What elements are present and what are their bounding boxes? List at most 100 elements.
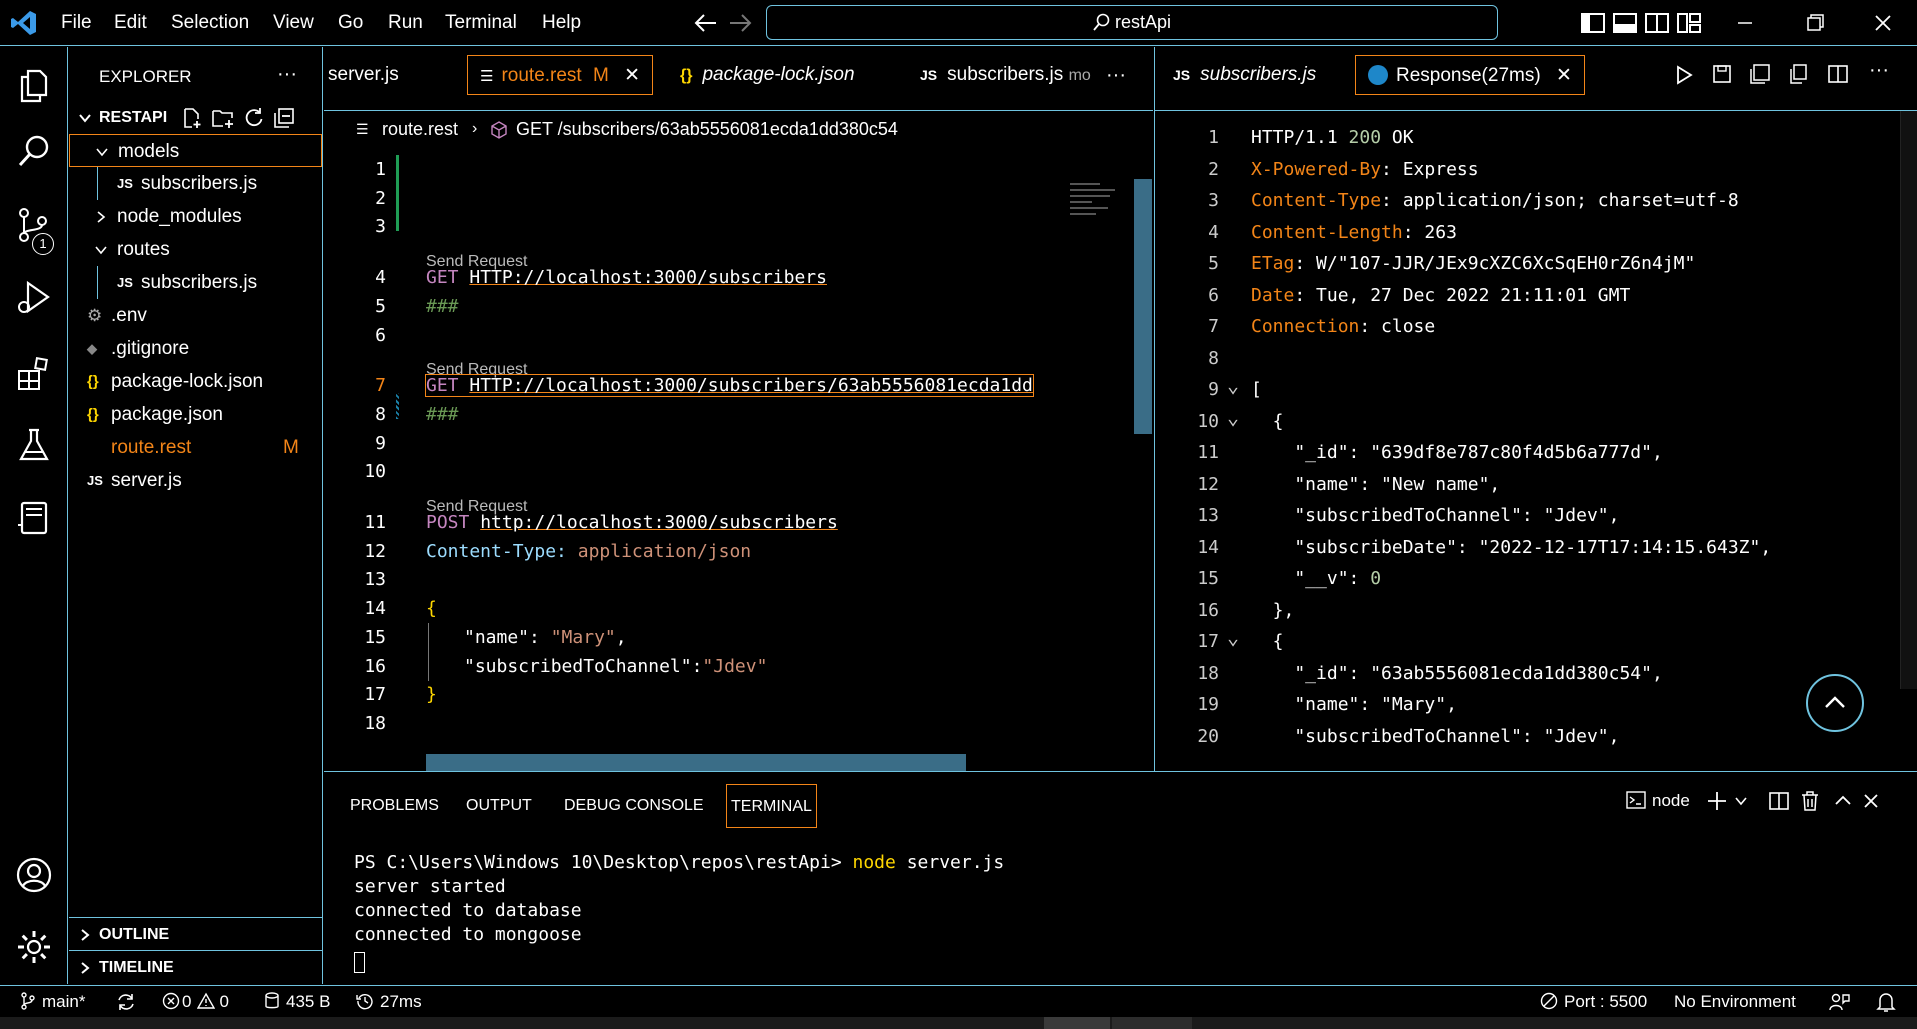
code-line[interactable]: GET HTTP://localhost:3000/subscribers/63…: [425, 374, 1034, 398]
split-editor-icon[interactable]: [1827, 63, 1849, 85]
minimap[interactable]: [1066, 179, 1128, 239]
new-terminal-plus-icon[interactable]: [1706, 790, 1728, 812]
code-line[interactable]: Content-Type: application/json: [426, 541, 751, 562]
accounts-icon[interactable]: [14, 855, 54, 895]
code-line[interactable]: }: [426, 684, 437, 705]
tree-item[interactable]: JS server.js: [69, 464, 322, 497]
response-line[interactable]: HTTP/1.1 200 OK: [1251, 127, 1414, 148]
run-debug-icon[interactable]: [14, 277, 54, 317]
tab-subscribers-js[interactable]: JS subscribers.js: [1173, 55, 1316, 95]
tab-overflow-more[interactable]: ···: [1106, 55, 1126, 95]
code-line[interactable]: {: [426, 598, 437, 619]
response-line[interactable]: "name": "Mary",: [1251, 694, 1457, 715]
code-line[interactable]: ###: [426, 404, 459, 425]
panel-tab-terminal[interactable]: TERMINAL: [726, 784, 817, 828]
remote-explorer-icon[interactable]: [14, 497, 54, 537]
toggle-secondary-sidebar-icon[interactable]: [1642, 8, 1672, 38]
run-icon[interactable]: [1673, 64, 1695, 86]
menu-view[interactable]: View: [273, 0, 314, 46]
more-actions[interactable]: ···: [1869, 59, 1889, 82]
minimize-icon[interactable]: [1730, 8, 1760, 38]
panel-tab-problems[interactable]: PROBLEMS: [350, 784, 439, 828]
terminal-instance[interactable]: node: [1626, 786, 1690, 816]
fold-chevron-icon[interactable]: ⌄: [1227, 625, 1239, 649]
response-viewer[interactable]: 1 HTTP/1.1 200 OK 2 X-Powered-By: Express 3 C…: [1155, 111, 1917, 771]
close-window-icon[interactable]: [1868, 8, 1898, 38]
explorer-files-icon[interactable]: [14, 65, 54, 105]
panel-tab-output[interactable]: OUTPUT: [466, 784, 532, 828]
response-line[interactable]: {: [1251, 411, 1284, 432]
chevron-down-icon[interactable]: [1734, 794, 1748, 808]
collapse-all-icon[interactable]: [273, 107, 295, 129]
tree-item[interactable]: ◆ .gitignore: [69, 332, 322, 365]
menu-help[interactable]: Help: [542, 0, 581, 46]
outline-section[interactable]: OUTLINE: [69, 917, 322, 950]
tree-item[interactable]: {} package.json: [69, 398, 322, 431]
forward-arrow-icon[interactable]: [728, 12, 752, 34]
explorer-more-actions[interactable]: ···: [277, 63, 297, 86]
menu-terminal[interactable]: Terminal: [445, 0, 517, 46]
code-line[interactable]: "name": "Mary",: [464, 627, 627, 648]
horizontal-scrollbar-thumb[interactable]: [426, 754, 966, 771]
tab-route-rest[interactable]: ☰ route.rest M ✕: [467, 55, 654, 95]
tab-response[interactable]: Response(27ms) ✕: [1355, 55, 1585, 95]
response-line[interactable]: [: [1251, 379, 1262, 400]
command-center-search[interactable]: restApi: [766, 5, 1498, 40]
notifications-bell-icon[interactable]: [1876, 991, 1896, 1013]
fold-chevron-icon[interactable]: ⌄: [1227, 373, 1239, 397]
response-line[interactable]: {: [1251, 631, 1284, 652]
toggle-primary-sidebar-icon[interactable]: [1578, 8, 1608, 38]
tab-package-lock-json[interactable]: {} package-lock.json: [680, 55, 855, 95]
tree-item[interactable]: route.rest M: [69, 431, 322, 464]
breadcrumb-file[interactable]: route.rest: [382, 111, 458, 147]
menu-selection[interactable]: Selection: [171, 0, 249, 46]
settings-gear-icon[interactable]: [14, 927, 54, 967]
fold-chevron-icon[interactable]: ⌄: [1227, 405, 1239, 429]
close-panel-icon[interactable]: [1860, 790, 1882, 812]
vscode-logo-icon[interactable]: [10, 9, 38, 37]
save-body-icon[interactable]: [1749, 63, 1771, 85]
request-url[interactable]: HTTP://localhost:3000/subscribers/63ab55…: [469, 375, 1033, 396]
toggle-panel-icon[interactable]: [1610, 8, 1640, 38]
tree-item[interactable]: ⚙ .env: [69, 299, 322, 332]
tree-item[interactable]: JS subscribers.js: [69, 266, 322, 299]
save-response-icon[interactable]: [1711, 63, 1733, 85]
response-line[interactable]: "subscribeDate": "2022-12-17T17:14:15.64…: [1251, 537, 1771, 558]
response-time-status[interactable]: 27ms: [356, 986, 422, 1017]
maximize-panel-icon[interactable]: [1832, 790, 1854, 812]
response-line[interactable]: "_id": "639df8e787c80f4d5b6a777d",: [1251, 442, 1662, 463]
new-file-icon[interactable]: [181, 107, 203, 129]
scroll-to-top-button[interactable]: [1806, 674, 1864, 732]
response-line[interactable]: "subscribedToChannel": "Jdev",: [1251, 726, 1619, 747]
menu-go[interactable]: Go: [338, 0, 363, 46]
customize-layout-icon[interactable]: [1674, 8, 1704, 38]
response-line[interactable]: ETag: W/"107-JJR/JEx9cXZC6XcSqEH0rZ6n4jM…: [1251, 253, 1695, 274]
problems-status[interactable]: 00: [162, 986, 229, 1017]
response-line[interactable]: "subscribedToChannel": "Jdev",: [1251, 505, 1619, 526]
code-line[interactable]: GET HTTP://localhost:3000/subscribers: [426, 267, 827, 288]
refresh-icon[interactable]: [243, 107, 265, 129]
close-tab-icon[interactable]: ✕: [1556, 65, 1572, 86]
response-size-status[interactable]: 435 B: [264, 986, 330, 1017]
breadcrumb-symbol[interactable]: GET /subscribers/63ab5556081ecda1dd380c5…: [516, 111, 898, 147]
tab-subscribers-js[interactable]: JS subscribers.js mo: [920, 55, 1091, 95]
tree-item[interactable]: {} package-lock.json: [69, 365, 322, 398]
sync-icon[interactable]: [116, 992, 136, 1012]
menu-file[interactable]: File: [61, 0, 92, 46]
menu-edit[interactable]: Edit: [114, 0, 147, 46]
tree-item[interactable]: JS subscribers.js: [69, 167, 322, 200]
tree-item[interactable]: models: [69, 134, 322, 167]
menu-run[interactable]: Run: [388, 0, 423, 46]
response-line[interactable]: Content-Length: 263: [1251, 222, 1457, 243]
extensions-icon[interactable]: [14, 353, 54, 393]
tab-server-js[interactable]: server.js: [328, 55, 399, 95]
response-line[interactable]: Connection: close: [1251, 316, 1435, 337]
response-line[interactable]: },: [1251, 600, 1295, 621]
search-icon[interactable]: [14, 131, 54, 171]
code-line[interactable]: "subscribedToChannel":"Jdev": [464, 656, 767, 677]
response-line[interactable]: Date: Tue, 27 Dec 2022 21:11:01 GMT: [1251, 285, 1630, 306]
request-url[interactable]: HTTP://localhost:3000/subscribers: [469, 267, 827, 288]
feedback-icon[interactable]: [1828, 992, 1850, 1012]
vertical-scrollbar-thumb[interactable]: [1134, 179, 1152, 434]
response-line[interactable]: "_id": "63ab5556081ecda1dd380c54",: [1251, 663, 1662, 684]
